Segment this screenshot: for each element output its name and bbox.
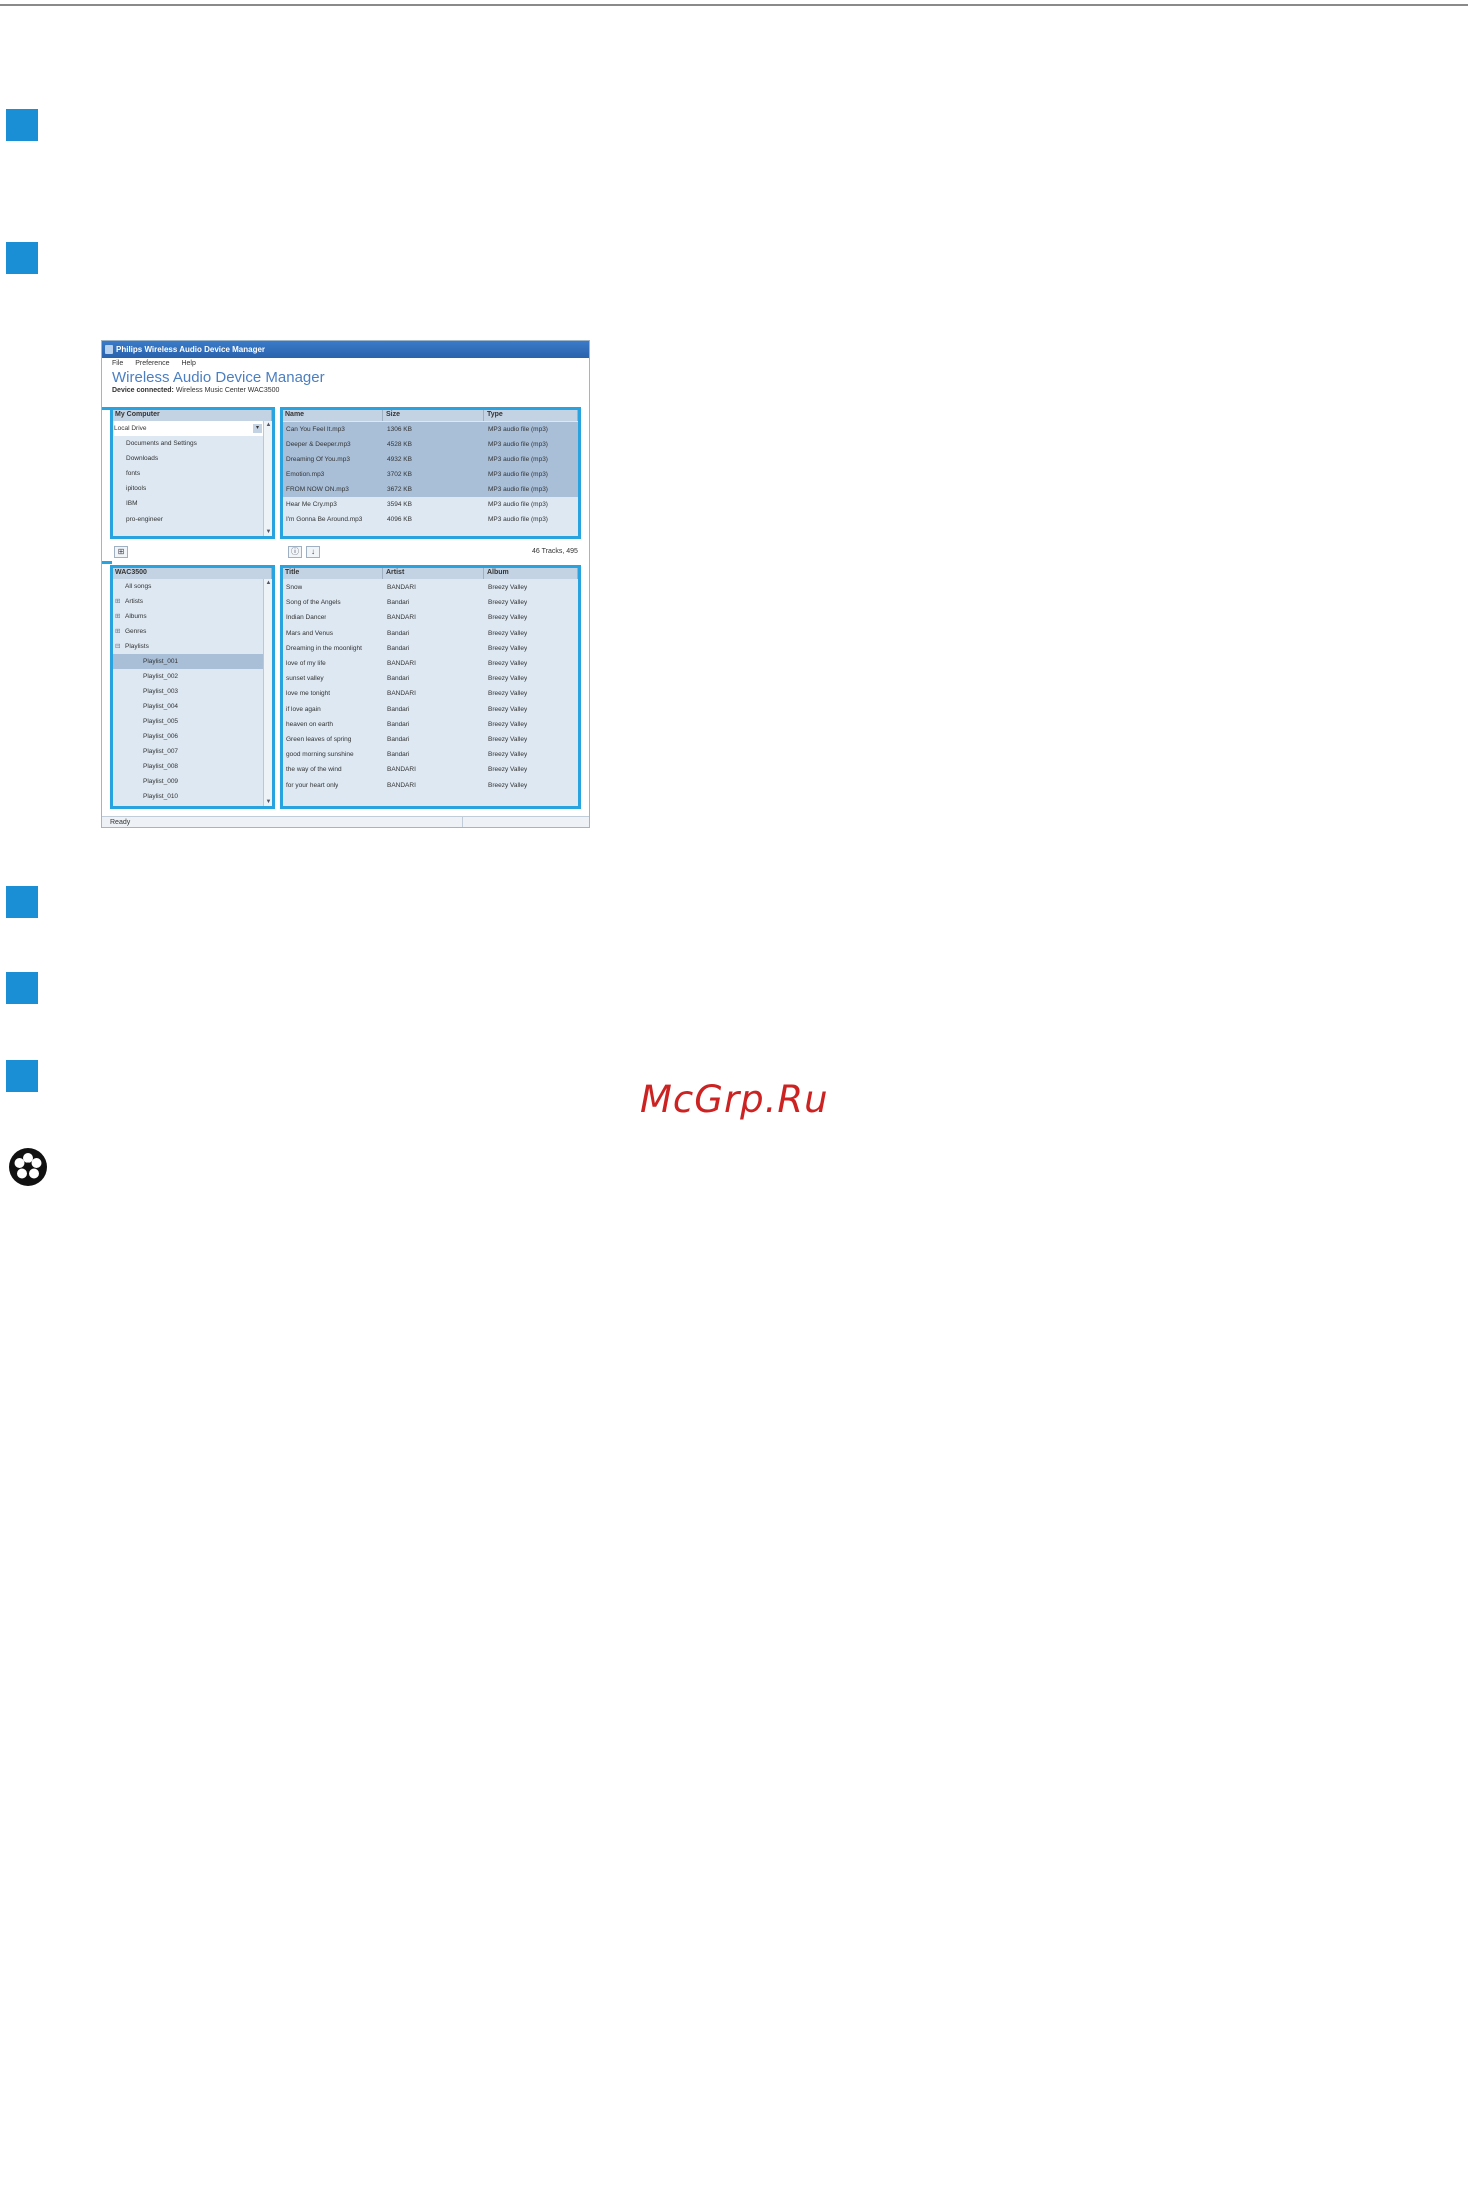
highlight-box [110,407,275,539]
highlight-box [280,565,581,809]
app-logo-icon [105,345,113,354]
window-title: Philips Wireless Audio Device Manager [116,345,266,354]
step-2-marker [6,242,38,274]
menu-preference[interactable]: Preference [135,360,169,367]
app-title: Wireless Audio Device Manager [112,369,325,386]
menu-bar: File Preference Help [112,360,206,367]
status-text: Ready [110,819,131,826]
top-rule [0,4,1468,6]
step-5-marker [6,1060,38,1092]
step-1-marker [6,109,38,141]
highlight-line [102,407,112,410]
device-connected: Device connected: Wireless Music Center … [112,387,279,394]
highlight-box [110,565,275,809]
info-button[interactable]: ⓘ [288,546,302,558]
status-separator [462,817,463,827]
watermark: McGrp.Ru [640,1078,829,1121]
menu-file[interactable]: File [112,360,123,367]
step-4-marker [6,972,38,1004]
highlight-box [280,407,581,539]
menu-help[interactable]: Help [181,360,195,367]
status-bar: Ready [102,816,589,827]
new-folder-button[interactable]: ⊞ [114,546,128,558]
tip-icon [9,1148,47,1186]
device-label: Device connected: [112,387,174,394]
highlight-line [102,561,112,564]
window-titlebar: Philips Wireless Audio Device Manager [102,341,589,358]
tracks-summary: 46 Tracks, 495 [532,548,578,555]
device-value: Wireless Music Center WAC3500 [175,387,280,394]
app-screenshot: Philips Wireless Audio Device Manager Fi… [101,340,590,828]
download-button[interactable]: ↓ [306,546,320,558]
step-3-marker [6,886,38,918]
